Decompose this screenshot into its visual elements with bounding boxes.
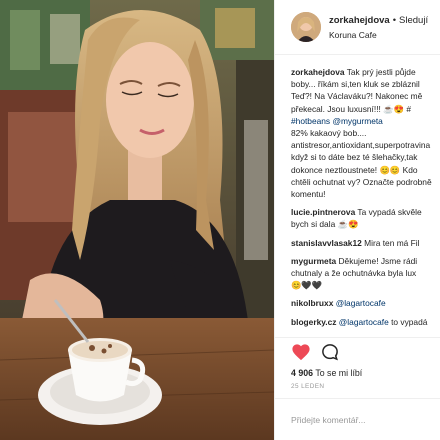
comments-list: zorkahejdova Tak prý jestli půjde boby..… [291,66,440,334]
comment-text: Ta vypadá skvěle [357,207,422,218]
heart-filled-icon[interactable] [291,343,311,361]
hashtag-link[interactable]: #hotbeans [291,116,330,126]
comment-text: bych si dala ☕😍 [291,219,359,230]
caption-text: Teď?! Na Václaváku?! Nakonec mě [291,91,423,102]
mention-link[interactable]: @lagartocafe [339,317,389,327]
mention-link[interactable]: @mygurmeta [332,116,382,126]
likes-label: To se mi líbí [315,368,363,378]
caption-text: ☕😍 # [383,103,412,114]
caption-text: dokonce neztloustnete! 😊😊 Kdo [291,164,418,175]
avatar[interactable] [291,12,321,42]
comment-text: chutnaly a že ochutnávka byla lux [291,268,417,279]
caption: zorkahejdova Tak prý jestli půjde boby..… [291,66,440,200]
post-photo[interactable] [0,0,274,440]
comment-username[interactable]: lucie.pintnerova [291,207,355,217]
caption-text: komentu! [291,189,326,200]
caption-text: Tak prý jestli půjde [346,67,416,77]
comment-username[interactable]: mygurmeta [291,256,336,266]
likes-number: 4 906 [291,368,314,378]
caption-text: chtěli ochutnat vy? Označte podrobně [291,176,432,187]
caption-text: antistresor,antioxidant,superpotravina [291,140,431,151]
header-separator: • [392,15,397,26]
mention-link[interactable]: @lagartocafe [336,298,386,308]
comment-item: mygurmeta Děkujeme! Jsme rádi chutnaly a… [291,255,440,292]
comment-bubble-icon[interactable] [321,343,339,361]
caption-text: když si to dáte bez té šlehačky,tak [291,152,418,163]
follow-button[interactable]: Sledují [399,15,428,26]
comment-username[interactable]: stanislavvlasak12 [291,238,362,248]
post-actions: 4 906 To se mi líbí 25 LEDEN [275,337,440,407]
header-user-line: zorkahejdova • Sledují [329,15,428,26]
comment-item: blogerky.cz @lagartocafe to vypadá [291,316,440,328]
caption-text: 82% kakaový bob.... [291,128,367,139]
caption-text: překecal. Jsou luxusní!!! [291,103,384,114]
comment-text: Mira ten má Fil [364,237,420,248]
comment-text: to vypadá [391,316,428,327]
comment-item: nikolbruxx @lagartocafe [291,297,440,309]
caption-text: boby... říkám si,ten kluk se zbláznil [291,79,420,90]
location-link[interactable]: Koruna Cafe [329,30,377,40]
comment-text: Děkujeme! Jsme rádi [338,255,418,266]
comment-item: lucie.pintnerova Ta vypadá skvěle bych s… [291,206,440,230]
comment-text: 😊🖤🖤 [291,280,323,291]
post-details-panel: zorkahejdova • Sledují Koruna Cafe zorkahe… [274,0,440,440]
post-header: zorkahejdova • Sledují Koruna Cafe [275,0,440,55]
comment-item: stanislavvlasak12 Mira ten má Fil [291,237,440,249]
caption-username[interactable]: zorkahejdova [291,67,345,77]
likes-count[interactable]: 4 906 To se mi líbí [291,368,362,378]
add-comment-bar [275,398,440,440]
add-comment-input[interactable] [291,412,431,428]
photo-illustration [0,0,274,440]
comment-username[interactable]: blogerky.cz [291,317,336,327]
comment-username[interactable]: nikolbruxx [291,298,333,308]
post-date: 25 LEDEN [291,383,325,390]
header-username[interactable]: zorkahejdova [329,15,390,26]
